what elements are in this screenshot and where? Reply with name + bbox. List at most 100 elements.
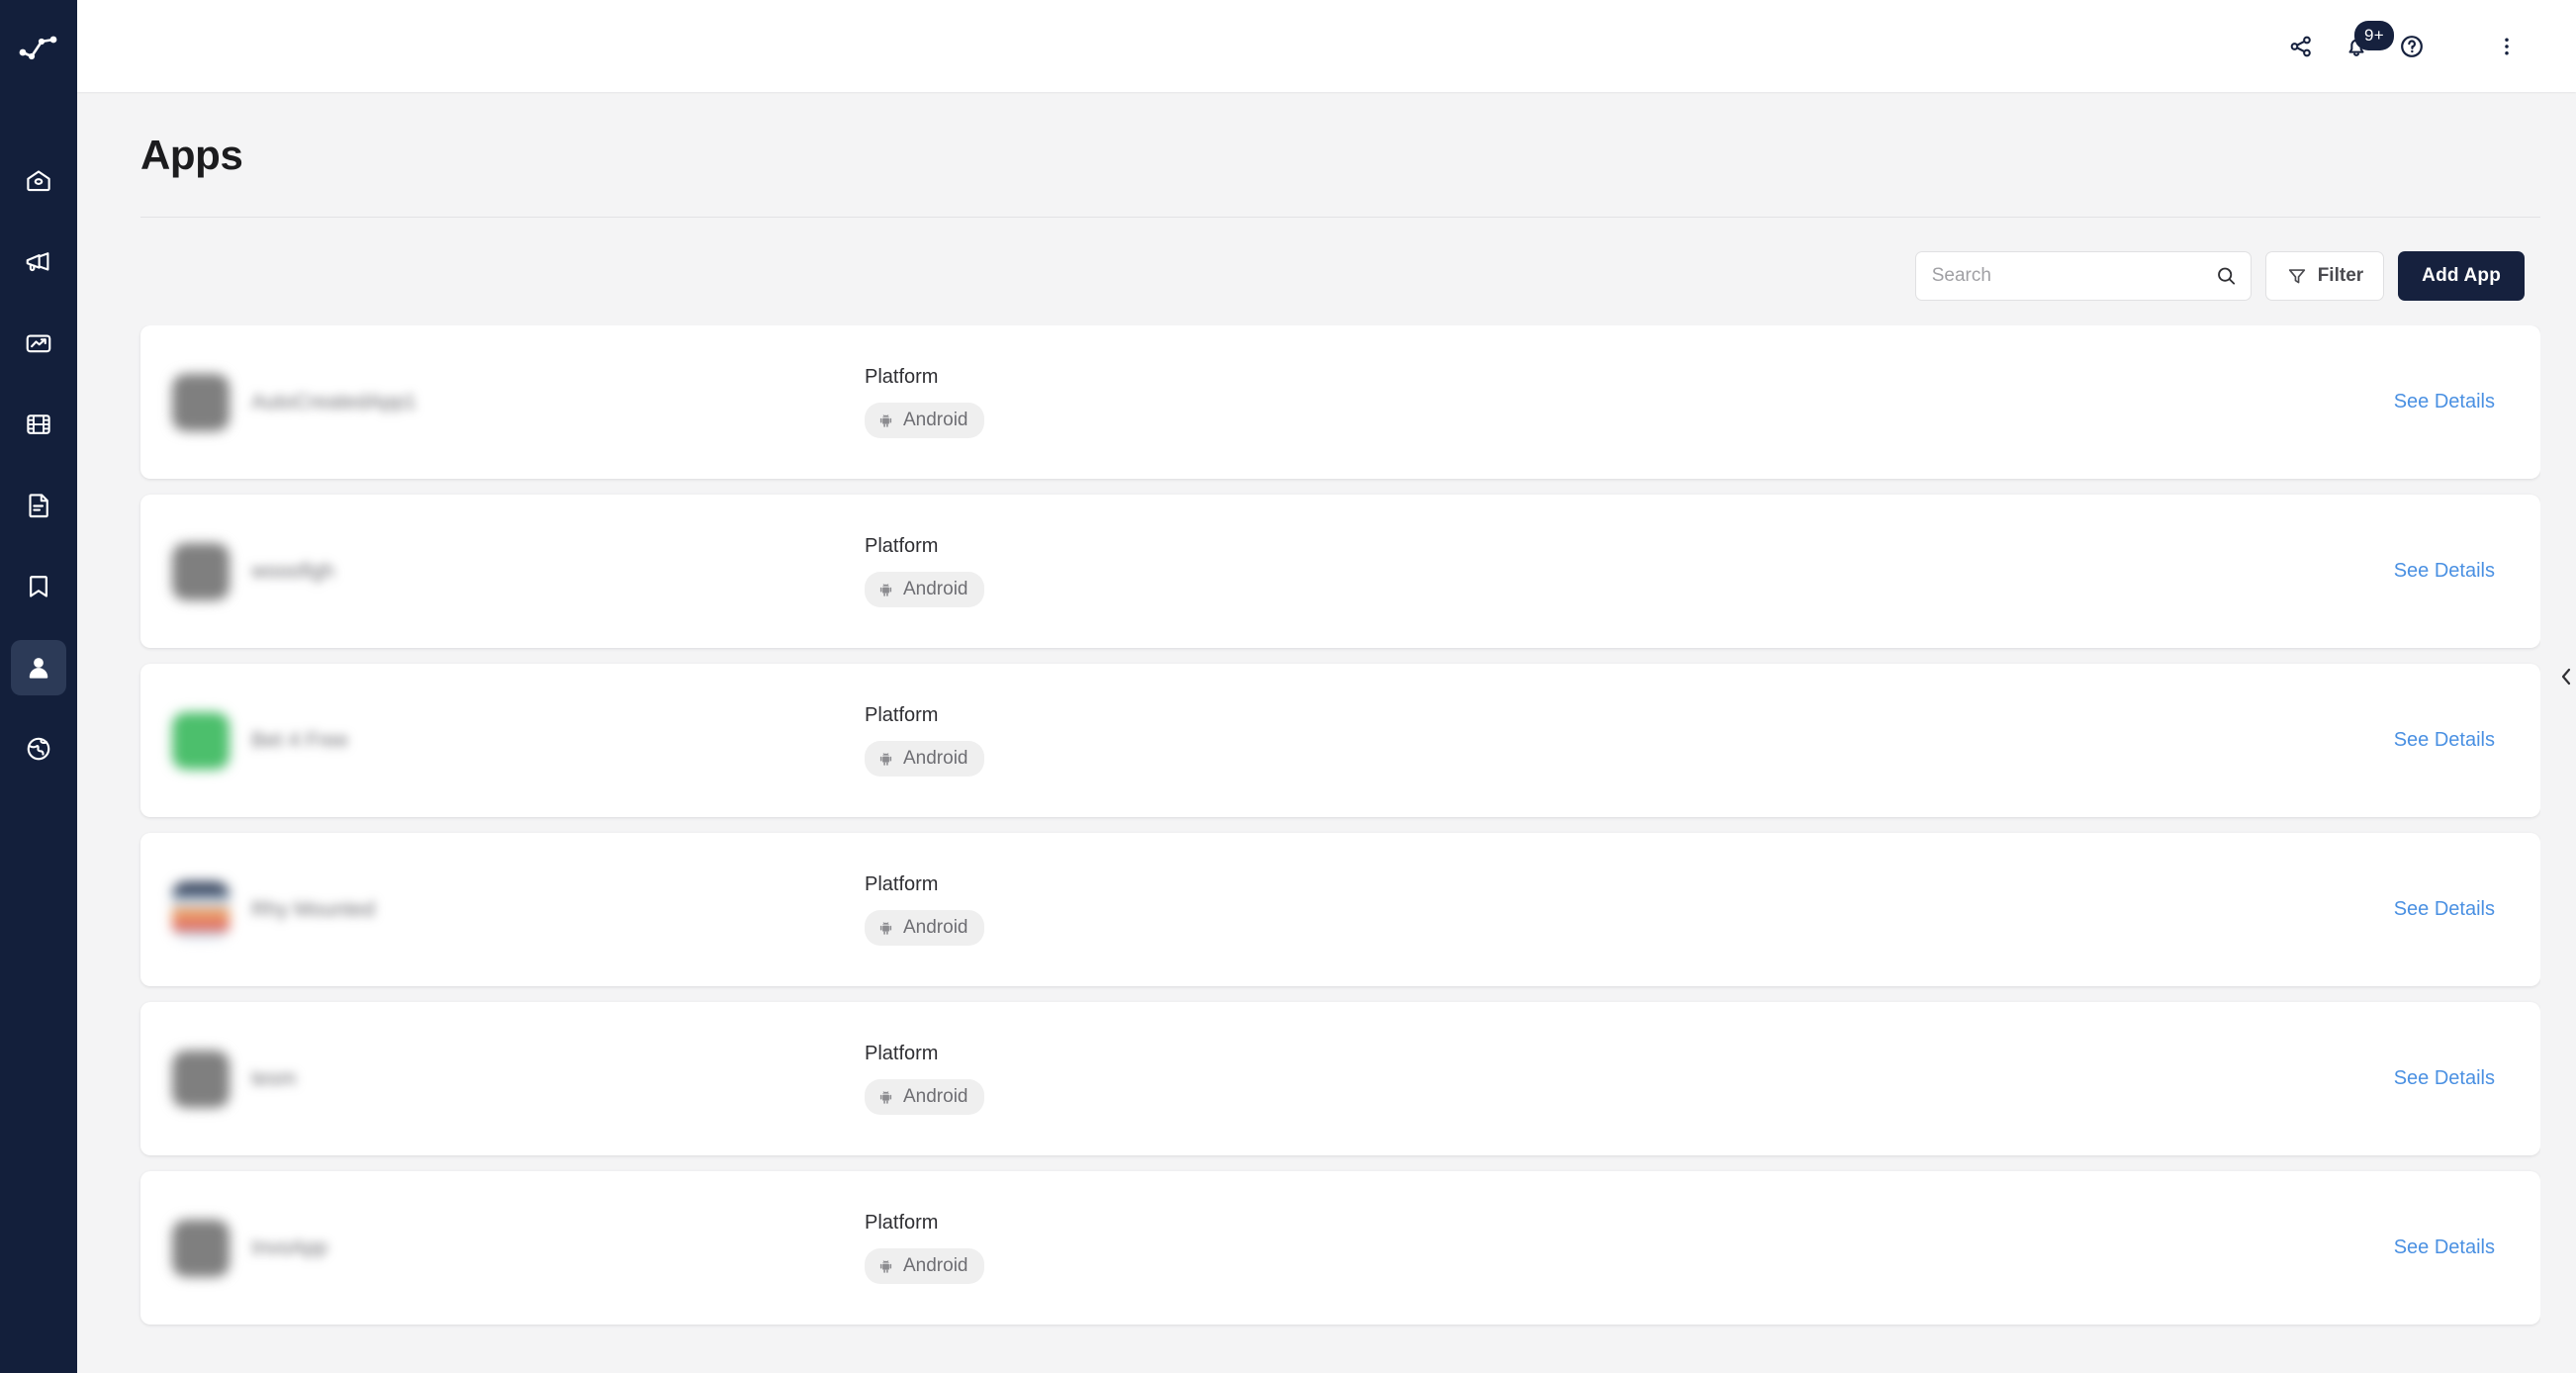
app-identity: tesm [172,1050,865,1108]
document-icon [29,494,48,518]
toolbar: Filter Add App [77,218,2540,301]
image-chart-icon [26,334,51,353]
add-app-button[interactable]: Add App [2398,251,2525,301]
search-input[interactable] [1914,251,2252,301]
app-name: AutoCreatedApp1 [251,390,416,413]
app-logo[interactable] [0,0,77,92]
see-details-link[interactable]: See Details [2394,1236,2495,1259]
search-box [1914,251,2252,301]
filter-button[interactable]: Filter [2264,251,2385,301]
platform-badge-label: Android [903,748,968,769]
page-header: Apps [113,92,2540,218]
see-details-link[interactable]: See Details [2394,898,2495,921]
film-strip-icon [27,414,50,434]
help-button[interactable] [2384,19,2439,74]
sidebar-item-web[interactable] [11,721,66,777]
top-bar: 9+ [77,0,2576,92]
platform-badge: Android [865,1079,984,1115]
app-card: InvoApp Platform Android See Details [140,1171,2540,1325]
app-card: wooofigh Platform Android See Details [140,495,2540,648]
app-card: Bet 4 Free Platform Android See Details [140,664,2540,817]
android-icon [879,752,892,766]
app-identity: Bet 4 Free [172,711,865,770]
filter-button-label: Filter [2317,265,2364,286]
android-icon [879,1090,892,1104]
platform-label: Platform [865,704,939,726]
app-icon [172,1050,230,1108]
platform-badge-label: Android [903,410,968,430]
app-name: InvoApp [251,1236,328,1259]
app-icon [172,542,230,600]
platform-badge: Android [865,1248,984,1284]
platform-column: Platform Android [865,535,1280,607]
app-name: Bet 4 Free [251,728,349,752]
details-column: See Details [2394,729,2495,752]
platform-badge: Android [865,741,984,777]
app-icon [172,373,230,431]
platform-label: Platform [865,1043,939,1064]
app-icon [172,880,230,939]
sidebar-item-campaigns[interactable] [11,234,66,290]
sidebar-item-reports[interactable] [11,478,66,533]
see-details-link[interactable]: See Details [2394,391,2495,413]
platform-badge-label: Android [903,1255,968,1276]
more-menu-button[interactable] [2479,19,2534,74]
app-icon [172,1219,230,1277]
app-name: tesm [251,1066,297,1090]
main-area: 9+ Apps Search Filter Add App AutoCreate… [77,0,2576,1373]
app-identity: InvoApp [172,1219,865,1277]
sidebar-item-media[interactable] [11,397,66,452]
app-card: tesm Platform Android See Details [140,1002,2540,1155]
sidebar-item-home[interactable] [11,153,66,209]
platform-badge: Android [865,572,984,607]
platform-column: Platform Android [865,1212,1280,1284]
panel-collapse-handle[interactable] [2556,663,2576,690]
details-column: See Details [2394,391,2495,413]
share-button[interactable] [2273,19,2329,74]
app-icon [172,711,230,770]
see-details-link[interactable]: See Details [2394,560,2495,583]
chevron-left-icon [2561,668,2571,686]
android-icon [879,413,892,427]
sidebar-item-analytics[interactable] [11,316,66,371]
platform-badge-label: Android [903,1086,968,1107]
globe-icon [27,737,50,761]
details-column: See Details [2394,1236,2495,1259]
platform-badge: Android [865,910,984,946]
platform-badge: Android [865,403,984,438]
app-root: 9+ Apps Search Filter Add App AutoCreate… [0,0,2576,1373]
see-details-link[interactable]: See Details [2394,1067,2495,1090]
help-circle-icon [2401,35,2423,57]
app-list: AutoCreatedApp1 Platform Android See Detail… [113,325,2540,1373]
sidebar [0,0,77,1373]
person-icon [29,658,48,679]
line-chart-logo-icon [19,36,57,59]
topbar-actions: 9+ [2273,19,2534,74]
app-name: wooofigh [251,559,335,583]
app-identity: Rhy Mounted [172,880,865,939]
app-name: Rhy Mounted [251,897,375,921]
platform-label: Platform [865,366,939,388]
platform-column: Platform Android [865,366,1280,438]
bookmark-icon [30,576,47,597]
android-icon [879,1259,892,1273]
platform-badge-label: Android [903,917,968,938]
funnel-icon [2288,269,2305,284]
android-icon [879,583,892,596]
sidebar-item-saved[interactable] [11,559,66,614]
platform-column: Platform Android [865,704,1280,777]
platform-badge-label: Android [903,579,968,599]
sidebar-item-apps[interactable] [11,640,66,695]
app-card: Rhy Mounted Platform Android See Details [140,833,2540,986]
platform-column: Platform Android [865,873,1280,946]
notifications-button[interactable]: 9+ [2329,19,2394,74]
home-icon [27,170,50,192]
share-icon [2290,36,2311,56]
android-icon [879,921,892,935]
details-column: See Details [2394,898,2495,921]
app-identity: wooofigh [172,542,865,600]
details-column: See Details [2394,560,2495,583]
see-details-link[interactable]: See Details [2394,729,2495,752]
kebab-menu-icon [2505,38,2509,54]
page-title: Apps [140,132,243,178]
